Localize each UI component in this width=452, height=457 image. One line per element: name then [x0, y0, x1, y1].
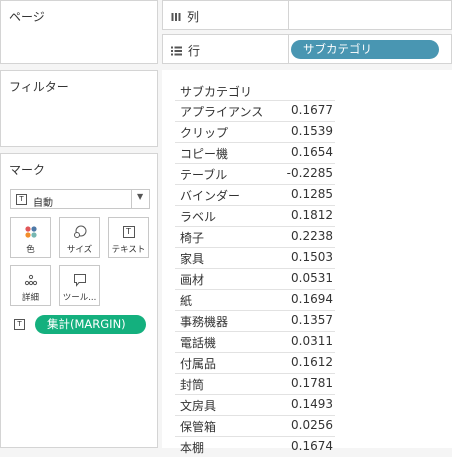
text-button[interactable]: T テキスト	[108, 217, 149, 258]
detail-button[interactable]: 詳細	[10, 265, 51, 306]
row-value[interactable]: 0.0311	[291, 334, 333, 348]
row-category[interactable]: 保管箱	[180, 418, 216, 435]
color-icon	[11, 224, 50, 240]
size-button[interactable]: サイズ	[59, 217, 100, 258]
table-row[interactable]: 封筒 0.1781	[175, 373, 335, 394]
row-category[interactable]: 封筒	[180, 376, 204, 393]
table-row[interactable]: アプライアンス 0.1677	[175, 100, 335, 121]
table-row[interactable]: ラベル 0.1812	[175, 205, 335, 226]
pages-shelf[interactable]: ページ	[0, 0, 158, 64]
marks-title: マーク	[9, 163, 46, 177]
columns-label: 列	[187, 10, 200, 24]
filters-title: フィルター	[9, 80, 69, 94]
row-value[interactable]: 0.1539	[291, 124, 333, 138]
row-value[interactable]: 0.1677	[291, 103, 333, 117]
detail-icon	[11, 272, 50, 288]
dropdown-divider	[131, 190, 132, 208]
color-label: 色	[26, 245, 35, 255]
tooltip-label: ツール...	[62, 293, 97, 303]
mark-type-dropdown[interactable]: T 自動 ▼	[10, 189, 150, 209]
table-row[interactable]: 紙 0.1694	[175, 289, 335, 310]
table-row[interactable]: 事務機器 0.1357	[175, 310, 335, 331]
row-value[interactable]: -0.2285	[287, 166, 333, 180]
row-value[interactable]: 0.1812	[291, 208, 333, 222]
row-category[interactable]: 家具	[180, 250, 204, 267]
row-value[interactable]: 0.1503	[291, 250, 333, 264]
size-label: サイズ	[66, 245, 93, 255]
table-row[interactable]: 椅子 0.2238	[175, 226, 335, 247]
tooltip-button[interactable]: ツール...	[59, 265, 100, 306]
table-row[interactable]: 家具 0.1503	[175, 247, 335, 268]
row-category[interactable]: クリップ	[180, 124, 228, 141]
pages-title: ページ	[9, 10, 45, 24]
chevron-down-icon[interactable]: ▼	[137, 192, 143, 201]
row-category[interactable]: 電話機	[180, 334, 216, 351]
row-value[interactable]: 0.2238	[291, 229, 333, 243]
table-row[interactable]: 付属品 0.1612	[175, 352, 335, 373]
mark-type-value: 自動	[33, 198, 53, 209]
table-row[interactable]: バインダー 0.1285	[175, 184, 335, 205]
row-value[interactable]: 0.1285	[291, 187, 333, 201]
row-category[interactable]: テーブル	[180, 166, 227, 183]
row-category[interactable]: 紙	[180, 292, 192, 309]
table-row[interactable]: 電話機 0.0311	[175, 331, 335, 352]
table-row[interactable]: 文房具 0.1493	[175, 394, 335, 415]
row-value[interactable]: 0.1694	[291, 292, 333, 306]
rows-shelf[interactable]: 行 サブカテゴリ	[162, 34, 452, 64]
text-label: テキスト	[111, 245, 146, 255]
table-row[interactable]: コピー機 0.1654	[175, 142, 335, 163]
table-body: アプライアンス 0.1677 クリップ 0.1539 コピー機 0.1654 テーブル -0.…	[175, 100, 335, 457]
row-category[interactable]: 事務機器	[180, 313, 228, 330]
row-value[interactable]: 0.1493	[291, 397, 333, 411]
table-row[interactable]: 本棚 0.1674	[175, 436, 335, 457]
row-value[interactable]: 0.1654	[291, 145, 333, 159]
row-category[interactable]: アプライアンス	[180, 103, 263, 120]
rows-label: 行	[188, 44, 201, 58]
table-row[interactable]: クリップ 0.1539	[175, 121, 335, 142]
row-category[interactable]: 文房具	[180, 397, 216, 414]
table-row[interactable]: テーブル -0.2285	[175, 163, 335, 184]
column-header[interactable]: サブカテゴリ	[180, 83, 252, 100]
viz-canvas[interactable]: サブカテゴリ アプライアンス 0.1677 クリップ 0.1539 コピー機 0.1654…	[162, 70, 452, 455]
row-value[interactable]: 0.0531	[291, 271, 333, 285]
columns-shelf[interactable]: 列	[162, 0, 452, 30]
row-category[interactable]: バインダー	[180, 187, 240, 204]
dimension-pill[interactable]: サブカテゴリ	[291, 40, 439, 59]
shelf-divider	[288, 35, 289, 63]
rows-icon	[171, 46, 182, 55]
marks-card: マーク T 自動 ▼ 色 サイズ T テキスト 詳細 ツール... T 集計(M…	[0, 153, 158, 448]
filters-shelf[interactable]: フィルター	[0, 70, 158, 147]
row-category[interactable]: 椅子	[180, 229, 204, 246]
text-icon: T	[109, 224, 148, 240]
columns-icon	[171, 12, 181, 21]
row-category[interactable]: コピー機	[180, 145, 228, 162]
row-category[interactable]: ラベル	[180, 208, 216, 225]
text-mark-icon: T	[16, 194, 27, 205]
table-row[interactable]: 画材 0.0531	[175, 268, 335, 289]
row-value[interactable]: 0.1674	[291, 439, 333, 453]
row-value[interactable]: 0.0256	[291, 418, 333, 432]
row-value[interactable]: 0.1612	[291, 355, 333, 369]
size-icon	[60, 224, 99, 240]
row-category[interactable]: 画材	[180, 271, 204, 288]
tooltip-icon	[60, 272, 99, 288]
row-category[interactable]: 付属品	[180, 355, 216, 372]
rows-shelf-header: 行	[171, 42, 200, 59]
row-value[interactable]: 0.1781	[291, 376, 333, 390]
detail-label: 詳細	[21, 293, 39, 303]
text-encoding-icon: T	[14, 319, 25, 330]
row-value[interactable]: 0.1357	[291, 313, 333, 327]
shelf-divider	[288, 1, 289, 29]
table-row[interactable]: 保管箱 0.0256	[175, 415, 335, 436]
columns-shelf-header: 列	[171, 8, 199, 25]
measure-pill[interactable]: 集計(MARGIN)	[35, 315, 146, 334]
color-button[interactable]: 色	[10, 217, 51, 258]
